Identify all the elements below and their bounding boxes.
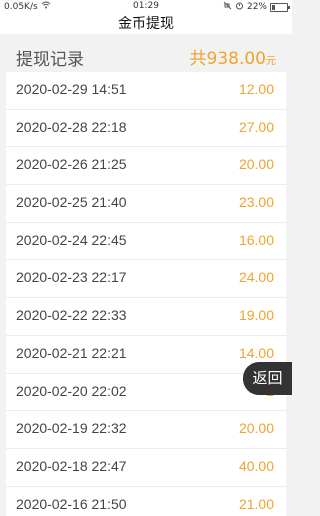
list-item: 2020-02-24 22:45 16.00 (6, 223, 286, 261)
list-item: 2020-02-23 22:17 24.00 (6, 260, 286, 299)
list-item: 2020-02-22 22:33 19.00 (6, 298, 286, 336)
status-bar: 0.05K/s 01:29 22% (0, 0, 292, 14)
record-date: 2020-02-21 22:21 (16, 344, 127, 361)
record-amount: 21.00 (238, 495, 274, 512)
battery-icon (270, 2, 290, 12)
back-button[interactable]: 返回 (243, 362, 292, 395)
list-item: 2020-02-19 22:32 20.00 (6, 411, 286, 449)
record-amount: 20.00 (238, 156, 274, 173)
record-date: 2020-02-28 22:18 (16, 118, 127, 135)
list-item: 2020-02-18 22:47 40.00 (6, 449, 286, 487)
record-date: 2020-02-20 22:02 (16, 382, 127, 399)
record-amount: 20.00 (238, 420, 274, 437)
alarm-icon (235, 1, 244, 13)
page-title: 金币提现 (0, 14, 292, 34)
record-date: 2020-02-19 22:32 (16, 420, 127, 437)
record-date: 2020-02-29 14:51 (16, 81, 127, 97)
record-date: 2020-02-16 21:50 (16, 495, 127, 512)
mute-icon (223, 1, 232, 13)
total-value: 938.00 (206, 49, 266, 69)
list-header: 提现记录 共938.00元 (6, 38, 286, 72)
record-date: 2020-02-24 22:45 (16, 231, 127, 248)
total-prefix: 共 (189, 49, 207, 69)
list-item: 2020-02-16 21:50 21.00 (6, 487, 286, 516)
withdraw-record-list: 提现记录 共938.00元 2020-02-29 14:51 12.00 2020-… (6, 38, 286, 516)
record-amount: 12.00 (238, 81, 274, 97)
record-amount: 14.00 (238, 344, 274, 361)
list-item: 2020-02-26 21:25 20.00 (6, 147, 286, 186)
list-item: 2020-02-21 22:21 14.00 (6, 336, 286, 374)
record-date: 2020-02-26 21:25 (16, 156, 127, 173)
list-item: 2020-02-29 14:51 12.00 (6, 72, 286, 110)
battery-percent: 22% (246, 2, 267, 12)
total-unit: 元 (266, 56, 276, 67)
record-date: 2020-02-22 22:33 (16, 307, 127, 324)
total-amount: 共938.00元 (190, 44, 276, 69)
record-date: 2020-02-23 22:17 (16, 269, 127, 286)
record-date: 2020-02-25 21:40 (16, 194, 127, 211)
record-amount: 16.00 (238, 231, 274, 248)
battery-level (272, 4, 275, 10)
record-date: 2020-02-18 22:47 (16, 457, 127, 474)
list-header-title: 提现记录 (16, 50, 84, 70)
record-amount: 24.00 (238, 269, 274, 286)
list-item: 2020-02-25 21:40 23.00 (6, 185, 286, 223)
record-amount: 27.00 (238, 118, 274, 135)
record-amount: 19.00 (238, 307, 274, 324)
record-rows: 2020-02-29 14:51 12.00 2020-02-28 22:18 27.… (6, 72, 286, 516)
record-amount: 40.00 (238, 457, 274, 474)
list-item: 2020-02-28 22:18 27.00 (6, 110, 286, 148)
record-amount: 23.00 (238, 194, 274, 211)
